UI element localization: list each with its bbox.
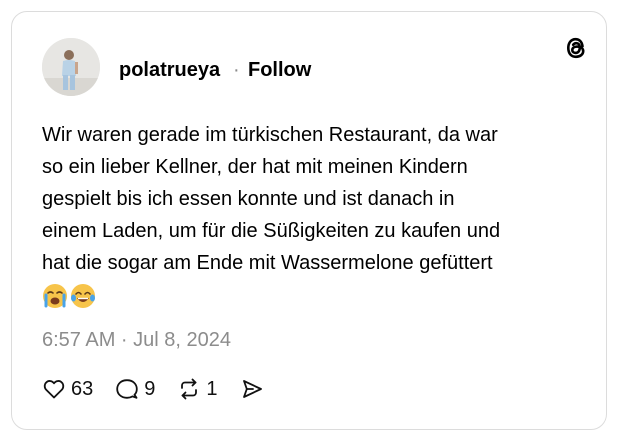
like-button[interactable]: 63 — [42, 377, 93, 401]
follow-button[interactable]: Follow — [248, 58, 311, 82]
avatar[interactable] — [42, 38, 100, 96]
reply-count: 9 — [144, 378, 156, 400]
avatar-photo — [42, 38, 100, 96]
post-text: Wir waren gerade im türkischen Restauran… — [42, 124, 501, 274]
post-timestamp: 6:57 AM · Jul 8, 2024 — [42, 329, 232, 351]
username[interactable]: polatrueya — [119, 58, 220, 82]
comment-bubble-icon — [115, 377, 139, 401]
repost-button[interactable]: 1 — [177, 377, 218, 401]
loudly-crying-face-emoji — [43, 284, 67, 308]
reply-button[interactable]: 9 — [115, 377, 155, 401]
repost-icon — [177, 377, 201, 401]
share-button[interactable] — [240, 377, 264, 401]
repost-count: 1 — [206, 378, 218, 400]
tears-of-joy-face-emoji — [71, 284, 95, 308]
send-icon — [240, 377, 264, 401]
emoji-row — [42, 283, 96, 313]
heart-icon — [42, 377, 66, 401]
like-count: 63 — [71, 378, 94, 400]
separator-dot: · — [233, 59, 240, 81]
threads-logo-icon[interactable] — [561, 33, 591, 63]
post-card: polatrueya · Follow Wir waren gerade im … — [11, 11, 607, 430]
action-bar: 63 9 1 — [42, 374, 264, 404]
